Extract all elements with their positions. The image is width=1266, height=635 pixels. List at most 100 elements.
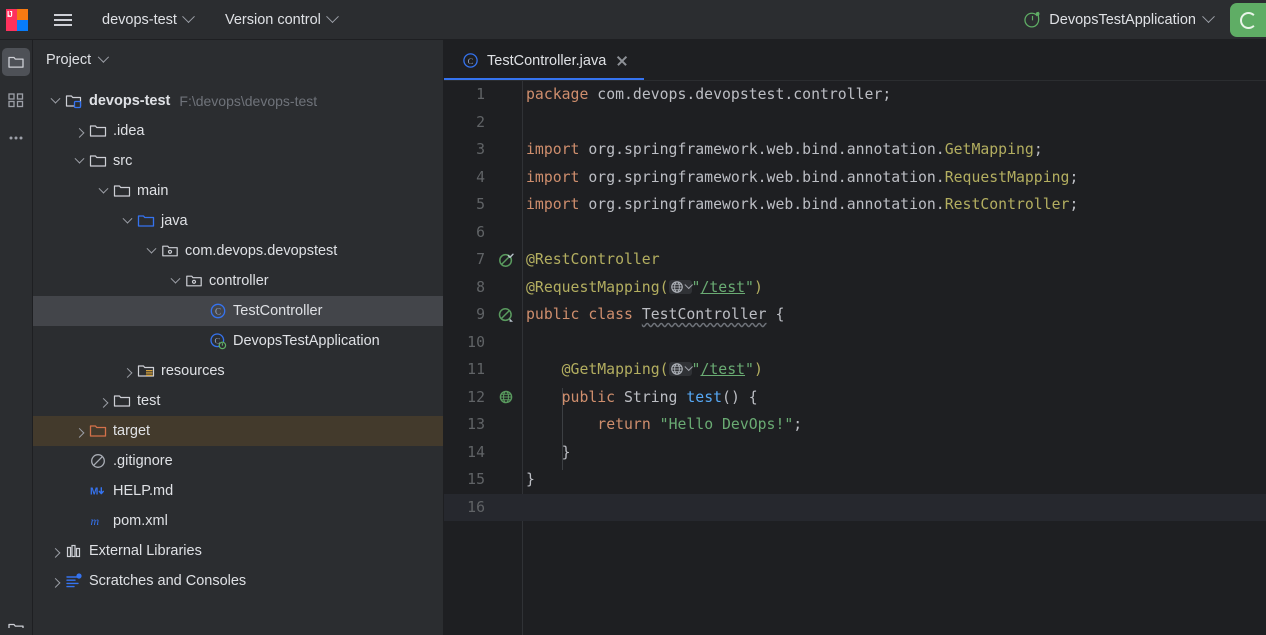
chevron-right-icon[interactable] [71, 423, 87, 439]
code-line[interactable]: 4 import org.springframework.web.bind.ann… [444, 164, 1266, 192]
project-panel-header[interactable]: Project [33, 40, 443, 80]
tree-row-label: .gitignore [113, 453, 173, 469]
editor-tab-testcontroller[interactable]: C TestController.java [444, 40, 645, 81]
version-control-label: Version control [224, 11, 321, 28]
running-status-button[interactable] [1230, 3, 1266, 37]
code-line[interactable]: 13 return "Hello DevOps!"; [444, 411, 1266, 439]
tree-row-label: main [137, 183, 169, 199]
code-line[interactable]: 8 @RequestMapping("/test") [444, 274, 1266, 302]
line-number: 11 [467, 361, 485, 379]
code-line[interactable]: 16 [444, 493, 1266, 522]
spring-bean-check-icon[interactable] [490, 246, 522, 274]
editor-area: C TestController.java 1 package com.devop… [444, 40, 1266, 635]
line-number: 13 [467, 416, 485, 434]
tree-row-label: HELP.md [113, 483, 174, 499]
code-line[interactable]: 9 public class TestController { [444, 301, 1266, 329]
tree-row-label: DevopsTestApplication [233, 333, 380, 349]
chevron-down-icon[interactable] [167, 273, 183, 289]
code-editor[interactable]: 1 package com.devops.devopstest.controlle… [444, 81, 1266, 635]
project-selector-label: devops-test [102, 11, 177, 28]
code-line[interactable]: 10 [444, 329, 1266, 357]
chevron-right-icon[interactable] [71, 123, 87, 139]
code-text: return "Hello DevOps!"; [597, 416, 803, 434]
chevron-down-icon [326, 10, 339, 24]
tree-row-help-md[interactable]: M HELP.md [33, 476, 443, 506]
java-class-icon: C [463, 53, 478, 68]
more-tool-windows-button[interactable] [2, 124, 30, 152]
code-text: import org.springframework.web.bind.anno… [526, 141, 1043, 159]
code-line[interactable]: 2 [444, 109, 1266, 137]
tree-row-src[interactable]: src [33, 146, 443, 176]
chevron-down-icon[interactable] [95, 183, 111, 199]
tree-row-java[interactable]: java [33, 206, 443, 236]
line-number: 3 [476, 141, 485, 159]
code-line[interactable]: 7 @RestController [444, 246, 1266, 274]
tree-row-idea[interactable]: .idea [33, 116, 443, 146]
tree-row-label: resources [161, 363, 225, 379]
gutter-empty [490, 439, 522, 467]
code-line[interactable]: 15} [444, 466, 1266, 494]
tree-row-pom-xml[interactable]: m pom.xml [33, 506, 443, 536]
chevron-down-icon[interactable] [143, 243, 159, 259]
code-line[interactable]: 1 package com.devops.devopstest.controlle… [444, 81, 1266, 109]
intellij-idea-window: IJ devops-test Version control DevopsTes… [0, 0, 1266, 635]
chevron-right-icon[interactable] [95, 393, 111, 409]
tree-row-label: java [161, 213, 188, 229]
line-number: 7 [476, 251, 485, 269]
gutter-empty [490, 466, 522, 494]
tree-row-gitignore[interactable]: .gitignore [33, 446, 443, 476]
tree-row-label: devops-test [89, 93, 171, 109]
code-line[interactable]: 12 public String test() { [444, 384, 1266, 412]
gutter-empty [490, 494, 522, 522]
tree-arrow-placeholder [191, 303, 207, 319]
code-line[interactable]: 3 import org.springframework.web.bind.ann… [444, 136, 1266, 164]
tree-row-scratches-and-consoles[interactable]: Scratches and Consoles [33, 566, 443, 596]
code-line[interactable]: 11 @GetMapping("/test") [444, 356, 1266, 384]
main-menu-button[interactable] [46, 3, 80, 37]
chevron-right-icon[interactable] [47, 573, 63, 589]
tree-row-external-libraries[interactable]: External Libraries [33, 536, 443, 566]
url-mapping-chip[interactable] [668, 362, 693, 377]
project-tool-window-button[interactable] [2, 48, 30, 76]
gutter-empty [490, 109, 522, 137]
excluded-folder-icon [89, 422, 107, 440]
editor-tab-bar: C TestController.java [444, 40, 1266, 81]
tree-row-devopstestapplication[interactable]: C DevopsTestApplication [33, 326, 443, 356]
tree-row-target[interactable]: target [33, 416, 443, 446]
more-dots-icon [9, 136, 23, 140]
close-icon[interactable] [614, 53, 630, 69]
code-text: public class TestController { [526, 306, 785, 324]
svg-text:M: M [90, 487, 98, 498]
tree-row-com-devops-devopstest[interactable]: com.devops.devopstest [33, 236, 443, 266]
version-control-selector[interactable]: Version control [215, 8, 347, 32]
chevron-down-icon [684, 362, 693, 372]
code-line[interactable]: 5 import org.springframework.web.bind.ann… [444, 191, 1266, 219]
web-endpoint-icon[interactable] [490, 384, 522, 412]
commit-tool-window-button[interactable] [2, 86, 30, 114]
tree-row-label: TestController [233, 303, 323, 319]
scratches-icon [65, 572, 83, 590]
code-line[interactable]: 6 [444, 219, 1266, 247]
chevron-down-icon[interactable] [71, 153, 87, 169]
url-mapping-chip[interactable] [668, 279, 693, 294]
svg-text:C: C [215, 306, 221, 316]
project-tree: devops-test F:\devops\devops-test .idea src… [33, 80, 443, 596]
tree-row-test[interactable]: test [33, 386, 443, 416]
chevron-right-icon[interactable] [119, 363, 135, 379]
chevron-right-icon[interactable] [47, 543, 63, 559]
code-line[interactable]: 14 } [444, 439, 1266, 467]
tree-row-devops-test[interactable]: devops-test F:\devops\devops-test [33, 86, 443, 116]
spring-bean-icon[interactable] [490, 301, 522, 329]
chevron-down-icon[interactable] [119, 213, 135, 229]
tree-row-main[interactable]: main [33, 176, 443, 206]
tree-row-testcontroller[interactable]: C TestController [33, 296, 443, 326]
tree-row-controller[interactable]: controller [33, 266, 443, 296]
code-text: import org.springframework.web.bind.anno… [526, 196, 1079, 214]
bottom-tool-window-button[interactable] [2, 605, 30, 633]
tree-row-resources[interactable]: resources [33, 356, 443, 386]
run-configuration-selector[interactable]: DevopsTestApplication [1015, 7, 1222, 32]
progress-ring-icon [1239, 11, 1257, 29]
indent-guide [562, 387, 563, 470]
chevron-down-icon[interactable] [47, 93, 63, 109]
project-selector[interactable]: devops-test [92, 8, 203, 32]
